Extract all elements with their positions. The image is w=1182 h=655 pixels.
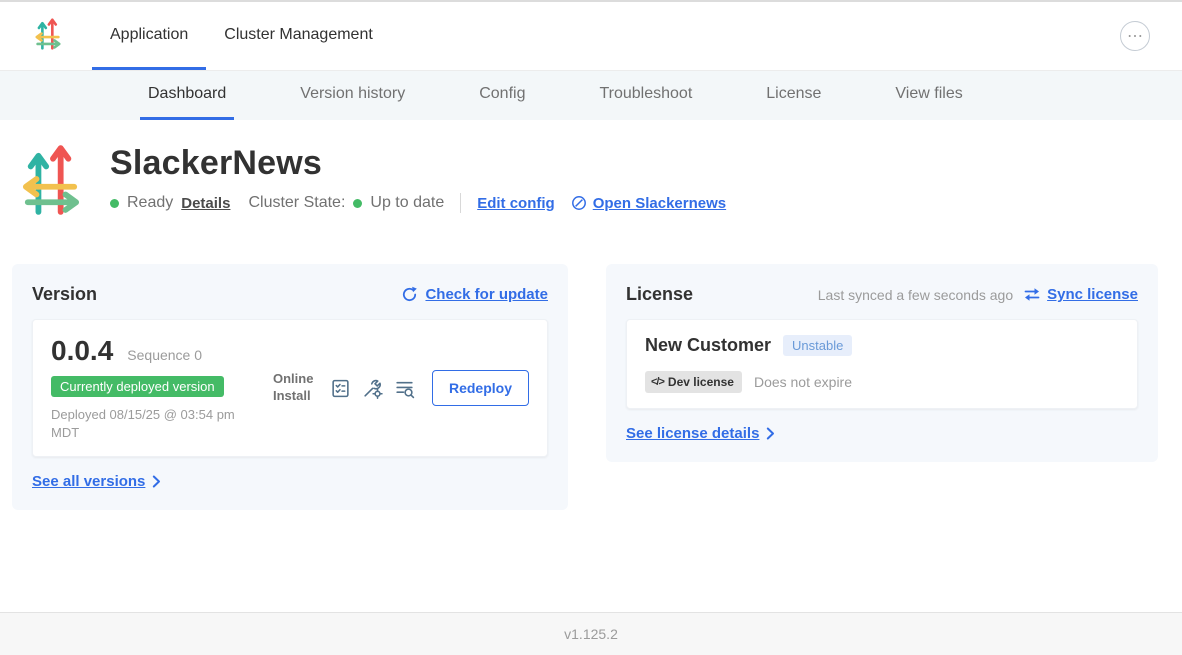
divider — [460, 193, 461, 213]
slackernews-logo-icon — [35, 18, 61, 55]
subnav-config[interactable]: Config — [471, 71, 533, 120]
app-nav-bar: Dashboard Version history Config Trouble… — [0, 71, 1182, 120]
main-content: SlackerNews Ready Details Cluster State:… — [0, 120, 1182, 510]
details-link[interactable]: Details — [181, 195, 230, 212]
cluster-state-label: Cluster State: — [248, 194, 345, 212]
sync-icon — [1023, 287, 1041, 302]
current-version-panel: 0.0.4 Sequence 0 Currently deployed vers… — [32, 319, 548, 457]
see-license-details-label: See license details — [626, 425, 759, 442]
app-header: SlackerNews Ready Details Cluster State:… — [22, 144, 1158, 221]
ellipsis-icon: ⋯ — [1127, 26, 1143, 46]
tab-application[interactable]: Application — [92, 2, 206, 70]
app-title: SlackerNews — [110, 144, 726, 183]
dashboard-cards: Version Check for update 0.0.4 Sequ — [12, 264, 1158, 510]
deployed-badge: Currently deployed version — [51, 376, 224, 397]
chevron-right-icon — [152, 475, 161, 488]
app-header-text: SlackerNews Ready Details Cluster State:… — [110, 144, 726, 221]
license-card-header: License Last synced a few seconds ago — [626, 284, 1138, 305]
license-row-customer: New Customer Unstable — [645, 335, 1119, 356]
sequence-label: Sequence 0 — [127, 347, 202, 363]
license-header-actions: Last synced a few seconds ago Sync licen… — [818, 286, 1138, 303]
footer: v1.125.2 — [0, 612, 1182, 655]
channel-badge: Unstable — [783, 335, 852, 356]
deploy-logs-icon[interactable] — [394, 378, 415, 399]
subnav-license[interactable]: License — [758, 71, 829, 120]
link-icon — [571, 195, 587, 211]
version-action-icons — [330, 378, 415, 399]
version-number: 0.0.4 — [51, 335, 113, 367]
license-card: License Last synced a few seconds ago — [606, 264, 1158, 462]
redeploy-button[interactable]: Redeploy — [432, 370, 529, 406]
subnav-view-files[interactable]: View files — [887, 71, 970, 120]
customer-name: New Customer — [645, 335, 771, 356]
install-type-label: Online Install — [273, 371, 317, 405]
license-row-type: </> Dev license Does not expire — [645, 371, 1119, 393]
license-expiry: Does not expire — [754, 374, 852, 390]
subnav-dashboard[interactable]: Dashboard — [140, 71, 234, 120]
license-card-title: License — [626, 284, 693, 305]
app-logo[interactable] — [35, 2, 61, 70]
subnav-troubleshoot[interactable]: Troubleshoot — [591, 71, 700, 120]
cluster-state-value: Up to date — [370, 194, 444, 212]
version-card-header: Version Check for update — [32, 284, 548, 305]
app-status-text: Ready — [127, 194, 173, 212]
refresh-icon — [401, 286, 418, 303]
app-icon — [22, 144, 80, 221]
sync-license-link[interactable]: Sync license — [1023, 286, 1138, 303]
see-all-versions-link[interactable]: See all versions — [32, 473, 548, 490]
top-tabs: Application Cluster Management — [92, 2, 391, 70]
subnav-version-history[interactable]: Version history — [292, 71, 413, 120]
console-version: v1.125.2 — [564, 626, 618, 642]
tab-cluster-management[interactable]: Cluster Management — [206, 2, 391, 70]
top-nav-bar: Application Cluster Management ⋯ — [0, 0, 1182, 71]
cluster-state-dot — [353, 199, 362, 208]
see-license-details-link[interactable]: See license details — [626, 425, 1138, 442]
version-actions: Online Install — [273, 370, 529, 406]
config-wrench-icon[interactable] — [362, 378, 383, 399]
app-status-row: Ready Details Cluster State: Up to date … — [110, 193, 726, 213]
check-for-update-label: Check for update — [425, 286, 548, 303]
open-app-label: Open Slackernews — [593, 195, 726, 212]
license-panel: New Customer Unstable </> Dev license Do… — [626, 319, 1138, 409]
license-type-label: Dev license — [668, 375, 734, 389]
check-for-update-link[interactable]: Check for update — [401, 286, 548, 303]
edit-config-link[interactable]: Edit config — [477, 195, 555, 212]
current-version-info: 0.0.4 Sequence 0 Currently deployed vers… — [51, 335, 251, 441]
deployed-timestamp: Deployed 08/15/25 @ 03:54 pm MDT — [51, 406, 251, 441]
license-type-badge: </> Dev license — [645, 371, 742, 393]
version-card-title: Version — [32, 284, 97, 305]
sync-license-label: Sync license — [1047, 286, 1138, 303]
chevron-right-icon — [766, 427, 775, 440]
overflow-menu-button[interactable]: ⋯ — [1120, 21, 1150, 51]
last-synced-text: Last synced a few seconds ago — [818, 287, 1013, 303]
preflight-checklist-icon[interactable] — [330, 378, 351, 399]
see-all-versions-label: See all versions — [32, 473, 145, 490]
code-icon: </> — [651, 376, 664, 388]
version-card: Version Check for update 0.0.4 Sequ — [12, 264, 568, 510]
app-status-dot — [110, 199, 119, 208]
open-app-link[interactable]: Open Slackernews — [571, 195, 726, 212]
